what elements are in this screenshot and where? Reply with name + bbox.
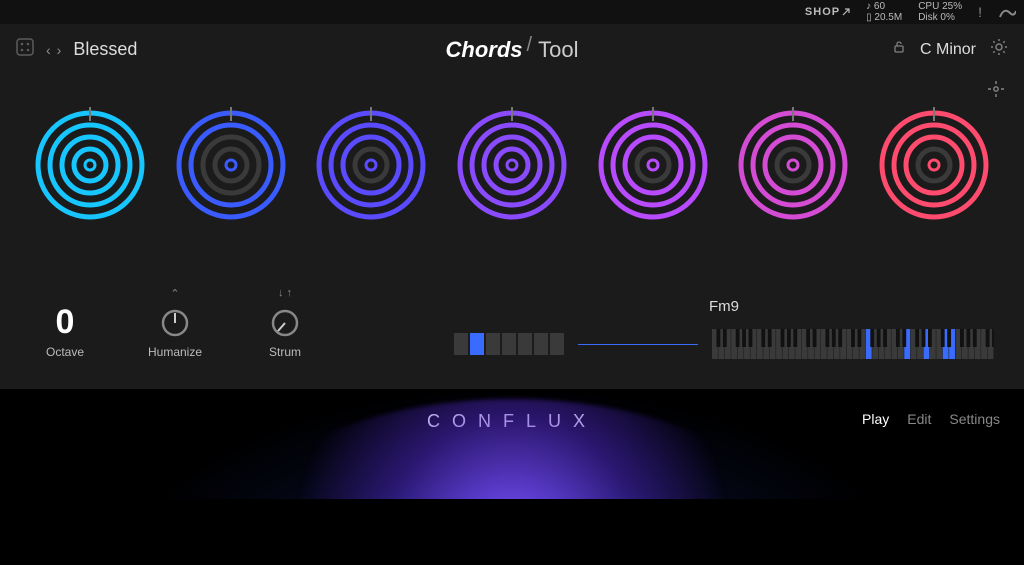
mini-keyboard[interactable] — [712, 329, 994, 359]
main-panel: ‹ › Blessed Chords / Tool C Minor — [0, 24, 1024, 389]
degree-box-2[interactable] — [470, 333, 484, 355]
strum-knob[interactable] — [269, 307, 301, 339]
chord-name: Fm9 — [454, 298, 994, 315]
tempo-readout: ♪ 60 ▯ 20.5M — [866, 1, 902, 23]
tab-play[interactable]: Play — [862, 411, 889, 427]
degree-selector[interactable] — [454, 333, 564, 355]
humanize-label: Humanize — [148, 345, 202, 359]
disk-value: 0% — [940, 12, 954, 23]
octave-value: 0 — [56, 305, 75, 339]
footer-brand: CONFLUX — [427, 411, 597, 432]
chord-display: Fm9 — [454, 298, 994, 359]
conflux-footer: CONFLUX Play Edit Settings — [0, 389, 1024, 499]
gear-icon[interactable] — [990, 38, 1008, 61]
app-title-right: Tool — [538, 37, 578, 63]
prev-preset-button[interactable]: ‹ — [46, 42, 51, 58]
app-title: Chords / Tool — [446, 37, 579, 63]
tab-edit[interactable]: Edit — [907, 411, 931, 427]
status-bar: SHOP ♪ 60 ▯ 20.5M CPU 25% Disk 0% ! — [0, 0, 1024, 24]
expand-icon[interactable] — [988, 81, 1004, 97]
degree-box-7[interactable] — [550, 333, 564, 355]
chord-circle-7[interactable] — [874, 105, 994, 225]
strum-top-icon: ↓ ↑ — [278, 287, 292, 301]
bpm-value: 60 — [874, 1, 885, 12]
dice-icon[interactable] — [16, 38, 34, 61]
degree-box-1[interactable] — [454, 333, 468, 355]
strum-control[interactable]: ↓ ↑ Strum — [250, 287, 320, 359]
key-scale-display[interactable]: C Minor — [920, 41, 976, 59]
octave-control[interactable]: 0 Octave — [30, 285, 100, 359]
chord-circle-1[interactable] — [30, 105, 150, 225]
footer-tabs: Play Edit Settings — [862, 411, 1000, 427]
range-bar[interactable] — [578, 344, 698, 345]
humanize-knob[interactable] — [159, 307, 191, 339]
chord-circles-row — [30, 105, 994, 225]
degree-box-6[interactable] — [534, 333, 548, 355]
degree-box-5[interactable] — [518, 333, 532, 355]
mem-value: 20.5M — [874, 12, 902, 23]
shop-link[interactable]: SHOP — [805, 6, 850, 18]
humanize-top-icon: ⌃ — [170, 287, 179, 301]
cpu-label: CPU — [918, 1, 939, 12]
cpu-value: 25% — [942, 1, 962, 12]
octave-label: Octave — [46, 345, 84, 359]
system-stats: CPU 25% Disk 0% — [918, 1, 962, 23]
controls-row: 0 Octave ⌃ Humanize ↓ ↑ Strum Fm9 — [0, 265, 1024, 369]
lock-icon[interactable] — [892, 40, 906, 59]
preset-name[interactable]: Blessed — [73, 39, 137, 60]
degree-box-3[interactable] — [486, 333, 500, 355]
alert-icon[interactable]: ! — [978, 4, 982, 20]
humanize-control[interactable]: ⌃ Humanize — [140, 287, 210, 359]
chord-circle-5[interactable] — [593, 105, 713, 225]
degree-box-4[interactable] — [502, 333, 516, 355]
brand-logo-icon — [998, 5, 1016, 19]
strum-label: Strum — [269, 345, 301, 359]
header-bar: ‹ › Blessed Chords / Tool C Minor — [0, 24, 1024, 75]
app-title-left: Chords — [446, 37, 523, 63]
chord-circle-4[interactable] — [452, 105, 572, 225]
chord-circle-3[interactable] — [311, 105, 431, 225]
next-preset-button[interactable]: › — [57, 42, 62, 58]
shop-label: SHOP — [805, 6, 840, 18]
disk-label: Disk — [918, 12, 937, 23]
chord-circle-6[interactable] — [733, 105, 853, 225]
tab-settings[interactable]: Settings — [949, 411, 1000, 427]
chord-circle-2[interactable] — [171, 105, 291, 225]
